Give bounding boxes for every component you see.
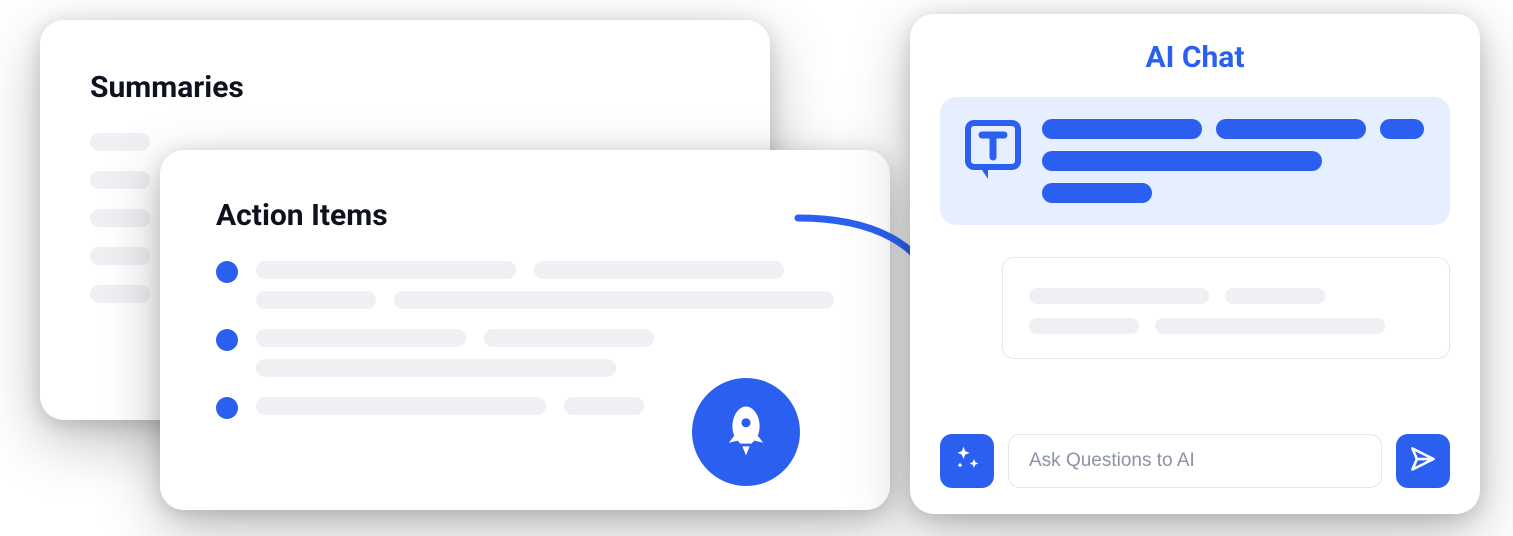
send-button[interactable] — [1396, 434, 1450, 488]
ai-chat-title: AI Chat — [940, 40, 1450, 75]
ai-reply-box — [1002, 257, 1450, 359]
bullet-icon — [216, 261, 238, 283]
ai-message-bubble — [940, 97, 1450, 225]
send-icon — [1409, 445, 1437, 477]
action-items-title: Action Items — [216, 198, 834, 233]
bullet-icon — [216, 397, 238, 419]
action-item-row — [216, 329, 834, 377]
ai-suggestions-button[interactable] — [940, 434, 994, 488]
t-logo-icon — [964, 119, 1022, 181]
ai-input-row — [940, 434, 1450, 488]
action-item-row — [216, 261, 834, 309]
ai-chat-card: AI Chat — [910, 14, 1480, 514]
rocket-icon — [717, 401, 775, 463]
summaries-title: Summaries — [90, 70, 720, 105]
action-items-card: Action Items — [160, 150, 890, 510]
ai-question-input[interactable] — [1008, 434, 1382, 488]
sparkle-icon — [953, 445, 981, 477]
rocket-button[interactable] — [692, 378, 800, 486]
bullet-icon — [216, 329, 238, 351]
